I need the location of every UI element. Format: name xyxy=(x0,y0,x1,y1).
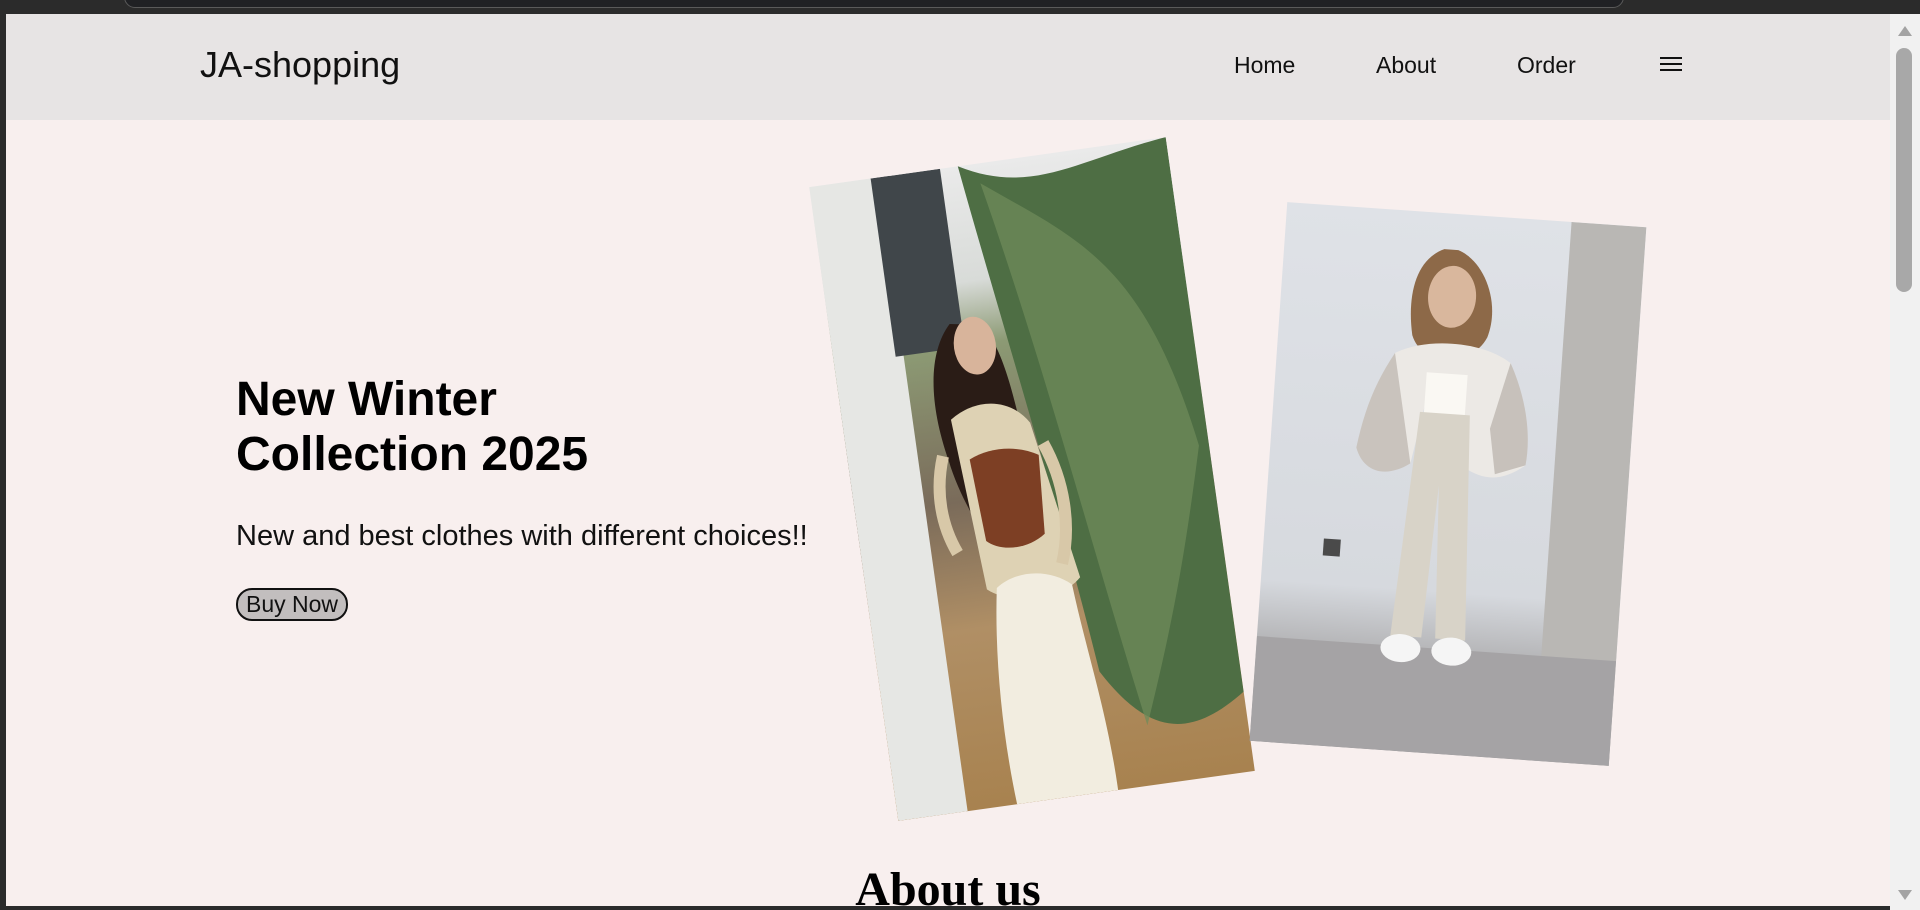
site-logo[interactable]: JA-shopping xyxy=(200,44,400,86)
page-viewport: JA-shopping Home About Order New Winter … xyxy=(6,14,1890,906)
scrollbar-thumb[interactable] xyxy=(1896,48,1912,292)
right-fashion-photo xyxy=(1249,221,1647,766)
scroll-down-arrow-icon[interactable] xyxy=(1898,890,1912,900)
top-navbar: JA-shopping Home About Order xyxy=(6,14,1890,120)
collection-photo-left xyxy=(809,137,1255,821)
left-fashion-photo xyxy=(809,137,1244,821)
hero-subtitle: New and best clothes with different choi… xyxy=(236,520,808,552)
buy-now-button[interactable]: Buy Now xyxy=(236,588,349,621)
vertical-scrollbar[interactable] xyxy=(1890,14,1920,910)
address-bar[interactable] xyxy=(124,0,1624,8)
collection-photo-right xyxy=(1249,202,1647,766)
hero-title: New Winter Collection 2025 xyxy=(236,373,589,481)
nav-about-link[interactable]: About xyxy=(1376,52,1436,79)
browser-top-chrome xyxy=(0,0,1920,14)
scroll-up-arrow-icon[interactable] xyxy=(1898,26,1912,36)
nav-home-link[interactable]: Home xyxy=(1234,52,1295,79)
about-us-heading: About us xyxy=(855,863,1041,906)
hamburger-menu-icon[interactable] xyxy=(1659,52,1683,76)
nav-order-link[interactable]: Order xyxy=(1517,52,1576,79)
hamburger-menu-icon xyxy=(1660,57,1682,71)
